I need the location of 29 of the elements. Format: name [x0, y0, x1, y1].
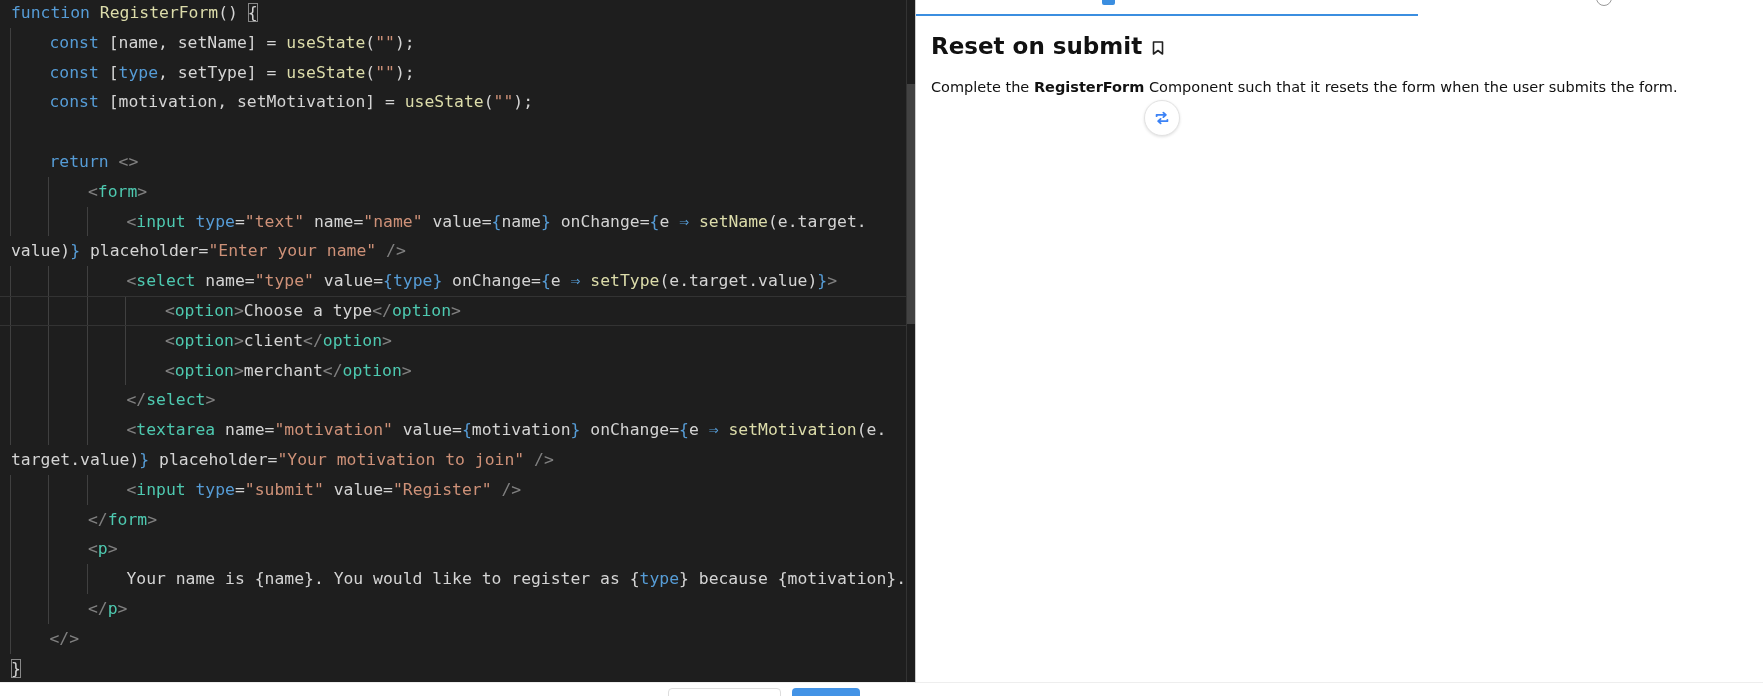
code-line: function RegisterForm() {: [10, 2, 259, 24]
code-line: </select>: [0, 385, 906, 416]
code-editor[interactable]: [0, 0, 915, 682]
code-line: const [motivation, setMotivation] = useState("");: [0, 87, 906, 118]
code-line: Your name is {name}. You would like to register as {type} because {motivation}.: [0, 564, 906, 594]
code-line: <textarea name="motivation" value={motivation} onChange={e ⇒ setMotivation(e.: [0, 415, 906, 445]
code-line: const [name, setName] = useState("");: [0, 27, 906, 58]
code-line: <option>Choose a type</option>: [0, 295, 906, 326]
problem-description: Complete the RegisterForm Component such that it resets the form when the user submits the form.: [931, 78, 1679, 97]
code-line: const [type, setType] = useState("");: [0, 57, 906, 88]
code-line: <p>: [0, 534, 906, 565]
code-line: value)} placeholder="Enter your name" />: [10, 240, 407, 263]
bookmark-icon[interactable]: [1152, 40, 1165, 55]
code-line: </>: [0, 623, 906, 654]
code-line: </form>: [0, 504, 906, 535]
code-line: <input type="submit" value="Register" />: [0, 474, 906, 505]
code-line: <option>merchant</option>: [0, 355, 906, 386]
code-line: <form>: [0, 176, 906, 207]
code-line: <option>client</option>: [0, 325, 906, 356]
code-line: <input type="text" name="name" value={name} onChange={e ⇒ setName(e.target.: [0, 206, 906, 237]
problem-title: Reset on submit: [931, 32, 1143, 61]
swap-button[interactable]: [1144, 100, 1180, 136]
code-line: }: [10, 657, 22, 680]
code-line: </p>: [0, 593, 906, 624]
arrows-icon: [1153, 109, 1171, 127]
code-line: return <>: [0, 147, 906, 177]
code-line: target.value)} placeholder="Your motivation to join" />: [10, 448, 555, 471]
code-line: <select name="type" value={type} onChange={e ⇒ setType(e.target.value)}>: [0, 266, 906, 296]
scrollbar-thumb[interactable]: [907, 84, 915, 324]
